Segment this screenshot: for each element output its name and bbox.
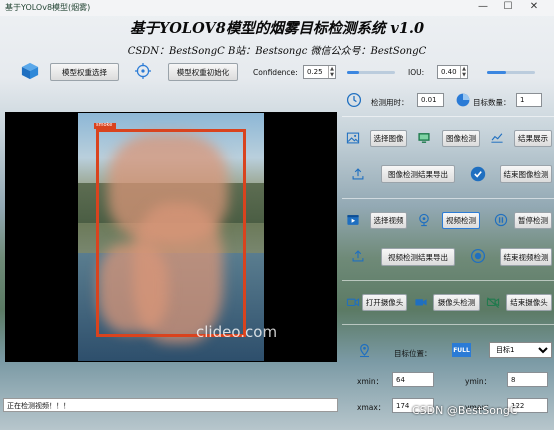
camera-close-icon: [486, 295, 500, 309]
image-icon: [346, 131, 360, 145]
count-label: 目标数量：: [473, 98, 511, 107]
confidence-spin-arrows[interactable]: ▲ ▼: [328, 66, 335, 78]
detection-box-label: smoke: [94, 122, 116, 129]
close-camera-button[interactable]: 结束摄像头: [506, 294, 552, 311]
detect-video-button[interactable]: 视频检测: [442, 212, 480, 229]
iou-slider-fill: [487, 71, 507, 74]
xmax-label: xmax：: [357, 403, 386, 412]
window-title: 基于YOLOv8模型(烟雾): [5, 3, 91, 12]
target-position-label: 目标位置：: [394, 349, 432, 358]
upload-icon: [351, 249, 365, 263]
open-camera-button[interactable]: 打开摄像头: [362, 294, 407, 311]
iou-value: 0.40: [441, 68, 457, 76]
camera-detect-button[interactable]: 摄像头检测: [433, 294, 480, 311]
confidence-value: 0.25: [307, 68, 323, 76]
xmin-value: 64: [392, 372, 434, 387]
monitor-icon: [417, 131, 431, 145]
end-image-detect-button[interactable]: 结束图像检测: [500, 165, 552, 183]
target-icon: [135, 63, 151, 79]
export-image-result-button[interactable]: 图像检测结果导出: [381, 165, 455, 183]
location-pin-icon: [357, 343, 372, 358]
iou-spinbox[interactable]: 0.40 ▲ ▼: [437, 65, 468, 79]
pie-chart-icon: [455, 92, 471, 108]
confidence-slider-fill: [347, 71, 359, 74]
select-video-button[interactable]: 选择视频: [370, 212, 407, 229]
clock-icon: [346, 92, 362, 108]
detect-image-button[interactable]: 图像检测: [442, 130, 480, 147]
divider: [342, 324, 554, 325]
model-select-button[interactable]: 模型权重选择: [50, 63, 119, 81]
stop-circle-icon: [470, 248, 486, 264]
select-image-button[interactable]: 选择图像: [370, 130, 407, 147]
page-title: 基于YOLOV8模型的烟雾目标检测系统 v1.0: [129, 20, 425, 37]
cube-icon: [21, 62, 39, 80]
confidence-label: Confidence:: [253, 68, 298, 77]
clideo-watermark: clideo.com: [196, 323, 278, 341]
detection-box: [96, 129, 246, 337]
close-button[interactable]: ✕: [527, 1, 541, 12]
detection-class-text: smoke: [96, 122, 113, 128]
export-video-result-button[interactable]: 视频检测结果导出: [381, 248, 455, 266]
status-bar: 正在检测视频！！！: [3, 398, 338, 412]
confidence-slider[interactable]: [347, 71, 395, 74]
target-select[interactable]: 目标1: [489, 342, 552, 358]
webcam-icon: [417, 213, 431, 227]
ymin-label: ymin：: [465, 377, 492, 386]
show-result-button[interactable]: 结果展示: [514, 130, 552, 147]
confidence-spinbox[interactable]: 0.25 ▲ ▼: [303, 65, 336, 79]
video-camera-icon: [414, 295, 428, 309]
upload-icon: [351, 167, 365, 181]
time-value: 0.01: [417, 93, 444, 107]
pause-icon: [494, 213, 508, 227]
count-value: 1: [516, 93, 542, 107]
xmin-label: xmin：: [357, 377, 384, 386]
iou-spin-arrows[interactable]: ▲ ▼: [460, 66, 467, 78]
divider: [342, 280, 554, 281]
time-label: 检测用时：: [371, 98, 409, 107]
divider: [342, 198, 554, 199]
maximize-button[interactable]: ☐: [501, 1, 515, 12]
window-title-bar: 基于YOLOv8模型(烟雾) — ☐ ✕: [0, 0, 554, 16]
pause-detect-button[interactable]: 暂停检测: [514, 212, 552, 229]
video-file-icon: [346, 213, 360, 227]
ymin-value: 8: [507, 372, 548, 387]
page-subtitle: CSDN：BestSongC B站：Bestsongc 微信公众号：BestSo…: [127, 46, 427, 57]
camera-off-icon: [346, 295, 360, 309]
csdn-watermark: CSDN @BestSongC: [412, 404, 518, 417]
divider: [342, 116, 554, 117]
end-video-detect-button[interactable]: 结束视频检测: [500, 248, 552, 266]
iou-label: IOU:: [408, 68, 425, 77]
model-init-button[interactable]: 模型权重初始化: [168, 63, 238, 81]
check-circle-icon: [470, 166, 486, 182]
line-chart-icon: [490, 131, 504, 145]
iou-slider[interactable]: [487, 71, 535, 74]
minimize-button[interactable]: —: [476, 1, 490, 12]
full-badge: FULL: [452, 343, 471, 357]
